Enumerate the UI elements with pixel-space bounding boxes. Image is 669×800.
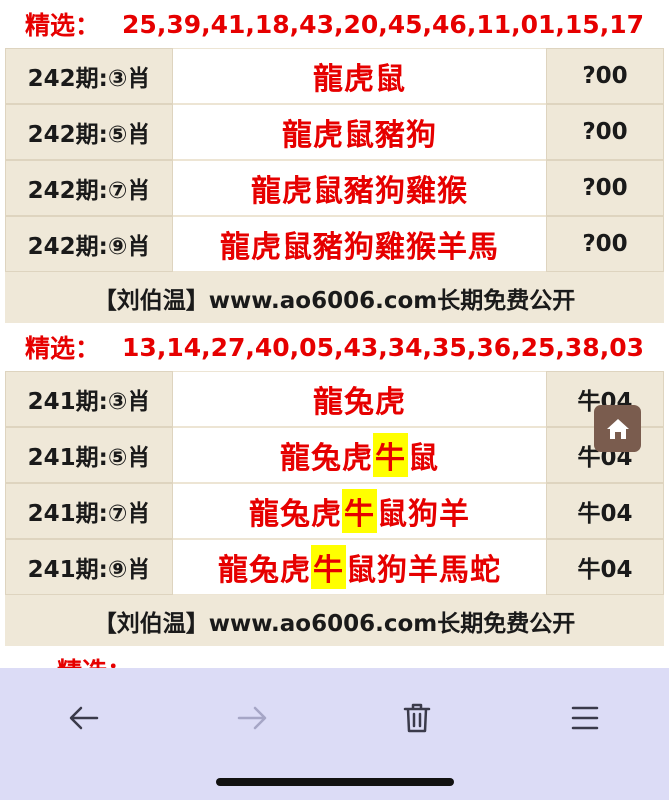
zodiac-text-rest: 鼠狗羊 bbox=[377, 497, 470, 532]
period-cell: 242期:③肖 bbox=[5, 48, 173, 104]
prediction-section-242: 精选： 25,39,41,18,43,20,45,46,11,01,15,17 … bbox=[5, 0, 664, 323]
highlighted-zodiac: 牛 bbox=[373, 433, 408, 477]
zodiac-text: 龍虎鼠豬狗雞猴羊馬 bbox=[220, 230, 499, 265]
forward-button[interactable] bbox=[224, 690, 280, 746]
zodiac-text: 龍虎鼠豬狗雞猴 bbox=[251, 174, 468, 209]
pick-label: 精选： bbox=[57, 652, 132, 668]
table-row: 242期:③肖 龍虎鼠 ?00 bbox=[5, 48, 664, 104]
zodiac-cell: 龍兔虎牛鼠 bbox=[173, 427, 546, 483]
home-icon bbox=[606, 418, 629, 439]
result-cell: ?00 bbox=[546, 104, 664, 160]
zodiac-text: 龍兔虎 bbox=[249, 497, 342, 532]
zodiac-text: 龍兔虎 bbox=[313, 385, 406, 420]
table-row: 241期:⑨肖 龍兔虎牛鼠狗羊馬蛇 牛04 bbox=[5, 539, 664, 595]
pick-numbers: 13,14,27,40,05,43,34,35,36,25,38,03 bbox=[122, 332, 644, 362]
pick-numbers-row: 精选： 25,39,41,18,43,20,45,46,11,01,15,17 bbox=[5, 0, 664, 48]
arrow-right-icon bbox=[237, 706, 267, 730]
floating-home-button[interactable] bbox=[594, 405, 641, 452]
zodiac-cell: 龍虎鼠豬狗雞猴羊馬 bbox=[173, 216, 546, 272]
zodiac-cell: 龍兔虎 bbox=[173, 371, 546, 427]
period-cell: 242期:⑨肖 bbox=[5, 216, 173, 272]
hamburger-menu-icon bbox=[571, 706, 599, 730]
zodiac-cell: 龍兔虎牛鼠狗羊馬蛇 bbox=[173, 539, 546, 595]
trash-button[interactable] bbox=[389, 690, 445, 746]
result-cell: ?00 bbox=[546, 48, 664, 104]
zodiac-text: 龍兔虎 bbox=[218, 553, 311, 588]
pick-numbers: 25,39,41,18,43,20,45,46,11,01,15,17 bbox=[122, 9, 644, 39]
table-row: 241期:⑦肖 龍兔虎牛鼠狗羊 牛04 bbox=[5, 483, 664, 539]
period-cell: 241期:③肖 bbox=[5, 371, 173, 427]
zodiac-cell: 龍虎鼠豬狗雞猴 bbox=[173, 160, 546, 216]
promo-banner: 【刘伯温】www.ao6006.com长期免费公开 bbox=[5, 272, 664, 323]
back-button[interactable] bbox=[56, 690, 112, 746]
zodiac-text: 龍兔虎 bbox=[280, 441, 373, 476]
zodiac-text: 龍虎鼠豬狗 bbox=[282, 118, 437, 153]
result-cell: 牛04 bbox=[546, 483, 664, 539]
table-row: 242期:⑨肖 龍虎鼠豬狗雞猴羊馬 ?00 bbox=[5, 216, 664, 272]
result-cell: ?00 bbox=[546, 160, 664, 216]
pick-label: 精选： bbox=[25, 11, 101, 40]
promo-banner: 【刘伯温】www.ao6006.com长期免费公开 bbox=[5, 595, 664, 646]
pick-label: 精选： bbox=[25, 334, 101, 363]
web-page-content: 精选： 25,39,41,18,43,20,45,46,11,01,15,17 … bbox=[0, 0, 669, 668]
result-cell: 牛04 bbox=[546, 539, 664, 595]
zodiac-cell: 龍兔虎牛鼠狗羊 bbox=[173, 483, 546, 539]
period-cell: 242期:⑤肖 bbox=[5, 104, 173, 160]
zodiac-text-rest: 鼠狗羊馬蛇 bbox=[346, 553, 501, 588]
highlighted-zodiac: 牛 bbox=[311, 545, 346, 589]
period-cell: 241期:⑦肖 bbox=[5, 483, 173, 539]
arrow-left-icon bbox=[69, 706, 99, 730]
prediction-section-next: 精选： bbox=[5, 646, 664, 668]
highlighted-zodiac: 牛 bbox=[342, 489, 377, 533]
table-row: 242期:⑤肖 龍虎鼠豬狗 ?00 bbox=[5, 104, 664, 160]
zodiac-cell: 龍虎鼠 bbox=[173, 48, 546, 104]
period-cell: 241期:⑨肖 bbox=[5, 539, 173, 595]
result-cell: ?00 bbox=[546, 216, 664, 272]
zodiac-text: 龍虎鼠 bbox=[313, 62, 406, 97]
pick-numbers-row: 精选： bbox=[5, 646, 664, 668]
table-row: 241期:⑤肖 龍兔虎牛鼠 牛04 bbox=[5, 427, 664, 483]
period-cell: 241期:⑤肖 bbox=[5, 427, 173, 483]
table-row: 242期:⑦肖 龍虎鼠豬狗雞猴 ?00 bbox=[5, 160, 664, 216]
table-row: 241期:③肖 龍兔虎 牛04 bbox=[5, 371, 664, 427]
home-indicator[interactable] bbox=[216, 778, 454, 786]
period-cell: 242期:⑦肖 bbox=[5, 160, 173, 216]
zodiac-text-rest: 鼠 bbox=[408, 441, 439, 476]
menu-button[interactable] bbox=[557, 690, 613, 746]
trash-icon bbox=[403, 703, 431, 733]
pick-numbers-row: 精选： 13,14,27,40,05,43,34,35,36,25,38,03 bbox=[5, 323, 664, 371]
browser-toolbar bbox=[0, 668, 669, 800]
prediction-section-241: 精选： 13,14,27,40,05,43,34,35,36,25,38,03 … bbox=[5, 323, 664, 646]
zodiac-cell: 龍虎鼠豬狗 bbox=[173, 104, 546, 160]
